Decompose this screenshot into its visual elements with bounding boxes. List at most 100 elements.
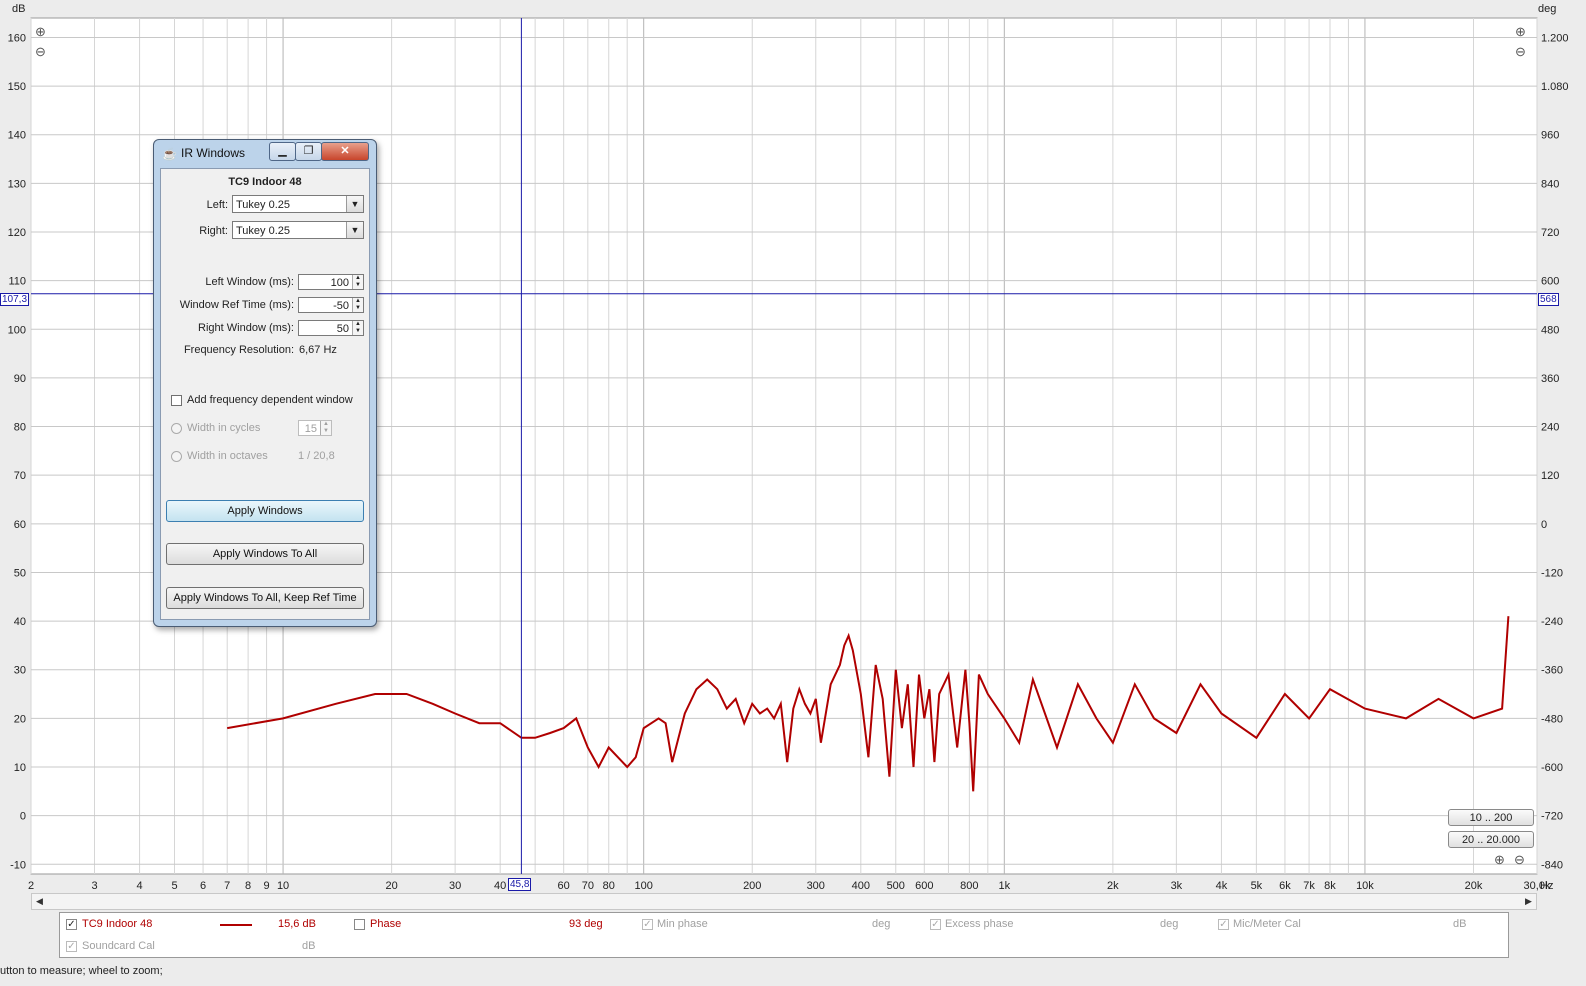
- scroll-left-icon[interactable]: ◀: [32, 894, 47, 909]
- right-window-input[interactable]: 50 ▲ ▼: [298, 320, 364, 336]
- excess-phase-checkbox[interactable]: ✓: [930, 919, 941, 930]
- soundcard-cal-checkbox[interactable]: ✓: [66, 941, 77, 952]
- width-cycles-radio[interactable]: [171, 423, 182, 434]
- x-tick-label: 10k: [1356, 880, 1374, 892]
- x-tick-label: 2: [28, 880, 34, 892]
- left-tick-label: 70: [14, 470, 26, 482]
- zoom-out-icon[interactable]: ⊖: [1514, 852, 1530, 868]
- x-tick-label: 10: [277, 880, 289, 892]
- x-tick-label: 500: [887, 880, 905, 892]
- right-window-label: Right Window (ms):: [198, 322, 294, 334]
- left-tick-label: 100: [8, 324, 26, 336]
- zoom-out-icon[interactable]: ⊖: [35, 44, 51, 60]
- x-tick-label: 8: [245, 880, 251, 892]
- right-tick-label: 960: [1541, 130, 1559, 142]
- width-cycles-input[interactable]: 15 ▲ ▼: [298, 420, 332, 436]
- left-tick-label: 30: [14, 665, 26, 677]
- soundcard-cal-unit: dB: [302, 940, 316, 952]
- ir-windows-dialog[interactable]: ☕ IR Windows ▁ ❐ ✕ TC9 Indoor 48 Left: T…: [153, 139, 377, 627]
- zoom-out-icon[interactable]: ⊖: [1515, 44, 1531, 60]
- x-axis-ticks: 2 3 4 5 6 7 8 9 10 20 30 40 60 70 80 100 200 300 400 500 600…: [28, 880, 1551, 892]
- right-tick-label: -120: [1541, 567, 1563, 579]
- x-tick-label: 20: [385, 880, 397, 892]
- x-tick-label: 7: [224, 880, 230, 892]
- ref-time-label: Window Ref Time (ms):: [179, 299, 294, 311]
- left-tick-label: 40: [14, 616, 26, 628]
- left-window-input[interactable]: 100 ▲ ▼: [298, 274, 364, 290]
- left-tick-label: 110: [8, 276, 26, 288]
- left-window-value: 100: [330, 277, 349, 289]
- x-tick-label: 3k: [1171, 880, 1183, 892]
- right-tick-label: -360: [1541, 665, 1563, 677]
- x-tick-label: 7k: [1303, 880, 1315, 892]
- right-window-type-select[interactable]: Tukey 0.25 ▼: [232, 221, 364, 239]
- x-tick-label: 100: [635, 880, 653, 892]
- zoom-in-icon[interactable]: ⊕: [35, 24, 51, 40]
- right-tick-label: 840: [1541, 178, 1559, 190]
- excess-phase-unit: deg: [1160, 918, 1179, 930]
- apply-windows-button[interactable]: Apply Windows: [166, 500, 364, 522]
- scroll-right-icon[interactable]: ▶: [1521, 894, 1536, 909]
- left-tick-label: 140: [8, 130, 26, 142]
- apply-windows-to-all-keep-ref-button[interactable]: Apply Windows To All, Keep Ref Time: [166, 587, 364, 609]
- right-tick-label: 720: [1541, 227, 1559, 239]
- soundcard-cal-label: Soundcard Cal: [82, 940, 155, 952]
- range-20-20000-button[interactable]: 20 .. 20.000: [1448, 831, 1534, 848]
- x-axis-unit: Hz: [1540, 880, 1553, 892]
- chevron-down-icon[interactable]: ▼: [346, 196, 363, 212]
- left-window-type-select[interactable]: Tukey 0.25 ▼: [232, 195, 364, 213]
- right-tick-label: -600: [1541, 762, 1563, 774]
- right-tick-label: 120: [1541, 470, 1559, 482]
- x-tick-label: 9: [264, 880, 270, 892]
- x-tick-label: 80: [603, 880, 615, 892]
- width-octaves-radio[interactable]: [171, 451, 182, 462]
- close-button[interactable]: ✕: [321, 142, 369, 161]
- x-tick-label: 4: [136, 880, 142, 892]
- x-tick-label: 800: [960, 880, 978, 892]
- min-phase-checkbox[interactable]: ✓: [642, 919, 653, 930]
- right-tick-label: 1.200: [1541, 32, 1569, 44]
- cursor-x-value: 45,8: [508, 878, 532, 891]
- x-tick-label: 400: [852, 880, 870, 892]
- right-window-type-label: Right:: [199, 225, 228, 237]
- x-tick-label: 5: [171, 880, 177, 892]
- range-10-200-button[interactable]: 10 .. 200: [1448, 809, 1534, 826]
- maximize-button[interactable]: ❐: [295, 142, 322, 161]
- spinner-arrows-icon[interactable]: ▲ ▼: [352, 321, 363, 335]
- right-axis-unit: deg: [1538, 3, 1556, 15]
- left-tick-label: 20: [14, 713, 26, 725]
- horizontal-scrollbar[interactable]: ◀ ▶: [31, 893, 1537, 910]
- x-tick-label: 2k: [1107, 880, 1119, 892]
- left-tick-label: 130: [8, 178, 26, 190]
- ref-time-input[interactable]: -50 ▲ ▼: [298, 297, 364, 313]
- right-tick-label: -240: [1541, 616, 1563, 628]
- measurement-checkbox[interactable]: ✓: [66, 919, 77, 930]
- right-window-value: 50: [336, 323, 349, 335]
- left-tick-label: 50: [14, 567, 26, 579]
- freq-res-value: 6,67 Hz: [299, 344, 337, 356]
- add-fdw-checkbox[interactable]: [171, 395, 182, 406]
- chevron-down-icon[interactable]: ▼: [346, 222, 363, 238]
- x-tick-label: 3: [91, 880, 97, 892]
- right-tick-label: 600: [1541, 276, 1559, 288]
- x-tick-label: 8k: [1324, 880, 1336, 892]
- spinner-arrows-icon[interactable]: ▲ ▼: [352, 275, 363, 289]
- right-axis-ticks: 1.200 1.080 960 840 720 600 480 360 240 120 0 -120 -…: [1541, 32, 1569, 871]
- phase-label: Phase: [370, 918, 402, 930]
- measurement-label: TC9 Indoor 48: [82, 918, 153, 930]
- cursor-right-value: 568: [1538, 293, 1559, 306]
- phase-checkbox[interactable]: [354, 919, 365, 930]
- left-axis-unit: dB: [12, 3, 25, 15]
- spinner-arrows-icon[interactable]: ▲ ▼: [320, 421, 331, 435]
- mic-cal-label: Mic/Meter Cal: [1233, 918, 1301, 930]
- width-octaves-value: 1 / 20,8: [298, 450, 335, 462]
- zoom-in-icon[interactable]: ⊕: [1515, 24, 1531, 40]
- mic-cal-checkbox[interactable]: ✓: [1218, 919, 1229, 930]
- apply-windows-to-all-button[interactable]: Apply Windows To All: [166, 543, 364, 565]
- right-tick-label: -480: [1541, 713, 1563, 725]
- zoom-in-icon[interactable]: ⊕: [1494, 852, 1510, 868]
- spinner-arrows-icon[interactable]: ▲ ▼: [352, 298, 363, 312]
- left-tick-label: 120: [8, 227, 26, 239]
- right-tick-label: 240: [1541, 422, 1559, 434]
- minimize-button[interactable]: ▁: [269, 142, 296, 161]
